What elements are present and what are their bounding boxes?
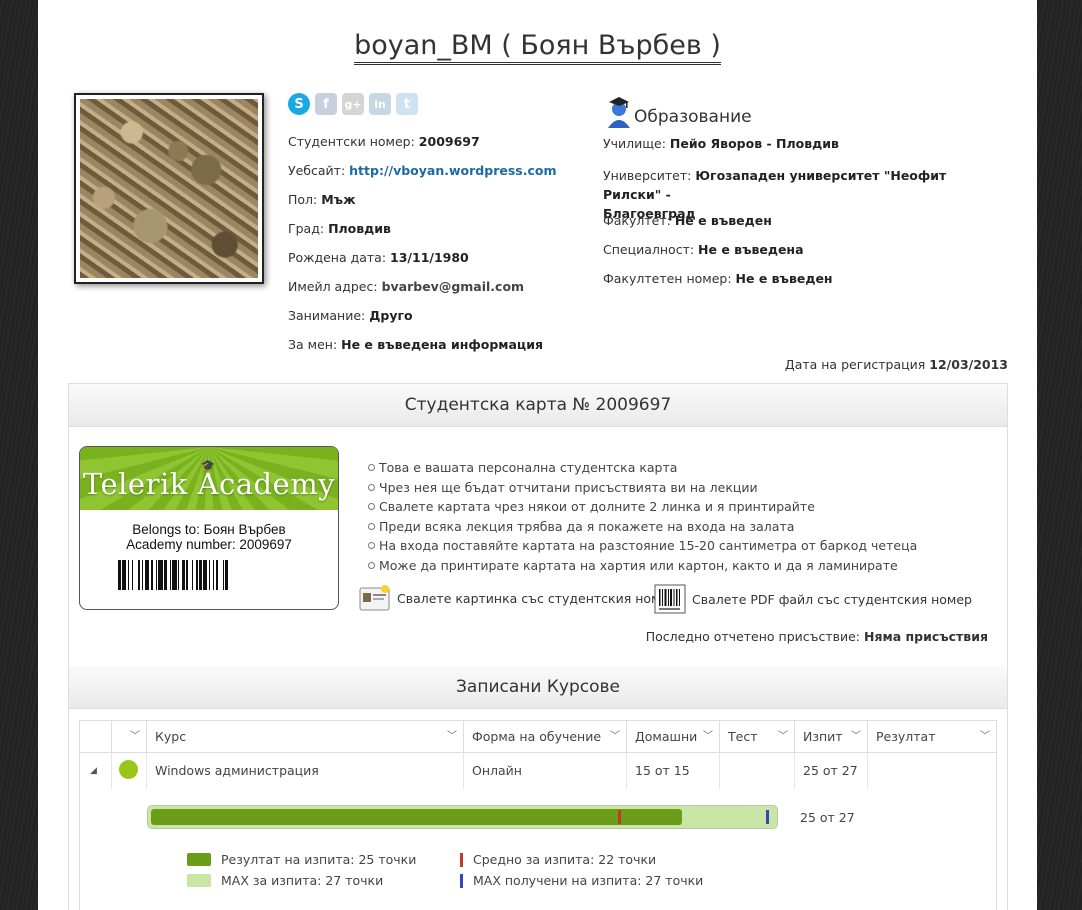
legend-average: Средно за изпита: 22 точки	[460, 852, 656, 867]
faculty-number-field: Факултетен номер: Не е въведен	[603, 271, 833, 286]
email-field: Имейл адрес: bvarbev@gmail.com	[288, 279, 525, 294]
last-attendance: Последно отчетено присъствие: Няма присъ…	[645, 629, 988, 644]
chevron-down-icon: ﹀	[610, 731, 620, 742]
chevron-down-icon: ﹀	[130, 731, 140, 742]
exam-result-fill	[151, 809, 682, 825]
legend-swatch	[460, 852, 463, 867]
legend-swatch	[187, 874, 211, 887]
website-field: Уебсайт: http://vboyan.wordpress.com	[288, 163, 557, 178]
column-course[interactable]: Курс ﹀	[147, 721, 464, 752]
profile-page: boyan_BM ( Боян Върбев ) S f g+ in t Сту…	[38, 0, 1037, 910]
student-number-field: Студентски номер: 2009697	[288, 134, 480, 149]
legend-swatch	[460, 873, 463, 888]
collapse-icon[interactable]: ◢	[80, 753, 112, 789]
legend-result: Резултат на изпита: 25 точки	[187, 852, 416, 867]
legend-max: MAX за изпита: 27 точки	[187, 873, 383, 888]
facebook-icon[interactable]: f	[315, 93, 337, 115]
table-row[interactable]: ◢ Windows администрация Онлайн 15 от 15 …	[80, 753, 996, 789]
page-title: boyan_BM ( Боян Върбев )	[38, 30, 1037, 65]
card-owner: Belongs to: Боян Върбев	[132, 522, 286, 537]
city-field: Град: Пловдив	[288, 221, 391, 236]
column-homework[interactable]: Домашни ﹀	[627, 721, 720, 752]
column-result[interactable]: Резултат ﹀	[868, 721, 996, 752]
twitter-icon[interactable]: t	[396, 93, 418, 115]
course-cell: Windows администрация	[147, 753, 464, 789]
card-brand: 🎓 Telerik Academy	[80, 447, 338, 510]
courses-grid: ﹀ Курс ﹀ Форма на обучение ﹀ Домашни ﹀ Тест…	[79, 720, 997, 910]
column-form[interactable]: Форма на обучение ﹀	[464, 721, 627, 752]
gender-field: Пол: Мъж	[288, 192, 356, 207]
form-cell: Онлайн	[464, 753, 627, 789]
legend-swatch	[187, 853, 211, 866]
list-item: Свалете картата чрез някои от долните 2 …	[368, 497, 917, 517]
result-cell	[868, 753, 996, 789]
list-item: Може да принтирате картата на хартия или…	[368, 556, 917, 576]
social-links: S f g+ in t	[288, 93, 418, 115]
card-number: Academy number: 2009697	[126, 537, 292, 552]
linkedin-icon[interactable]: in	[369, 93, 391, 115]
registration-date: Дата на регистрация 12/03/2013	[784, 357, 1008, 372]
specialty-field: Специалност: Не е въведена	[603, 242, 804, 257]
grad-cap-icon: 🎓	[201, 459, 216, 472]
progress-label: 25 от 27	[800, 810, 855, 825]
student-card: 🎓 Telerik Academy Belongs to: Боян Върбе…	[79, 446, 339, 610]
chevron-down-icon: ﹀	[851, 731, 861, 742]
chevron-down-icon: ﹀	[447, 731, 457, 742]
school-field: Училище: Пейо Яворов - Пловдив	[603, 136, 839, 151]
exam-cell: 25 от 27	[795, 753, 868, 789]
about-field: За мен: Не е въведена информация	[288, 337, 543, 352]
education-heading: Образование	[606, 96, 752, 128]
google-plus-icon[interactable]: g+	[342, 93, 364, 115]
list-item: Преди всяка лекция трябва да я покажете …	[368, 517, 917, 537]
birthdate-field: Рождена дата: 13/11/1980	[288, 250, 469, 265]
test-cell	[720, 753, 795, 789]
download-pdf-link[interactable]: Свалете PDF файл със студентския номер	[654, 584, 972, 614]
website-link[interactable]: http://vboyan.wordpress.com	[349, 163, 556, 178]
barcode-bar	[228, 560, 229, 590]
legend-max-received: MAX получени на изпита: 27 точки	[460, 873, 703, 888]
list-item: Чрез нея ще бъдат отчитани присъствията …	[368, 478, 917, 498]
exam-progress-bar	[147, 805, 778, 829]
status-cell	[112, 753, 147, 789]
skype-icon[interactable]: S	[288, 93, 310, 115]
status-column-header[interactable]: ﹀	[112, 721, 147, 752]
status-dot-icon	[119, 760, 138, 779]
chevron-down-icon: ﹀	[703, 731, 713, 742]
list-item: На входа поставяйте картата на разстояни…	[368, 536, 917, 556]
student-card-panel: Студентска карта № 2009697 🎓 Telerik Aca…	[68, 383, 1008, 668]
courses-panel: Записани Курсове ﹀ Курс ﹀ Форма на обучен…	[68, 666, 1008, 910]
barcode-pdf-icon	[654, 584, 686, 614]
list-item: Това е вашата персонална студентска карт…	[368, 458, 917, 478]
faculty-field: Факултет: Не е въведен	[603, 213, 772, 228]
average-marker	[618, 810, 621, 824]
id-card-image-icon	[359, 585, 390, 611]
homework-cell: 15 от 15	[627, 753, 720, 789]
courses-heading: Записани Курсове	[69, 666, 1007, 709]
column-exam[interactable]: Изпит ﹀	[795, 721, 868, 752]
barcode	[118, 560, 300, 590]
course-details: 25 от 27 Резултат на изпита: 25 точки MA…	[80, 789, 996, 910]
download-image-link[interactable]: Свалете картинка със студентския номер	[359, 584, 676, 612]
student-card-heading: Студентска карта № 2009697	[69, 384, 1007, 427]
column-test[interactable]: Тест ﹀	[720, 721, 795, 752]
chevron-down-icon: ﹀	[778, 731, 788, 742]
expand-column-header	[80, 721, 112, 752]
graduate-icon	[608, 97, 630, 128]
card-instructions: Това е вашата персонална студентска карт…	[368, 458, 917, 576]
avatar	[74, 93, 264, 284]
chevron-down-icon: ﹀	[980, 731, 990, 742]
max-received-marker	[766, 810, 769, 824]
grid-header: ﹀ Курс ﹀ Форма на обучение ﹀ Домашни ﹀ Тест…	[80, 721, 996, 753]
occupation-field: Занимание: Друго	[288, 308, 413, 323]
